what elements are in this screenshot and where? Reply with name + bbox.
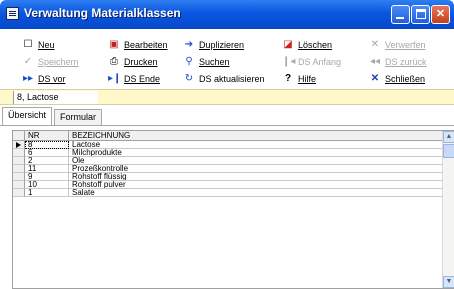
schliessen-button[interactable]: ✕ Schließen bbox=[369, 72, 425, 86]
data-grid[interactable]: NR BEZEICHNUNG 8 Lactose 6 Milchprodukte… bbox=[12, 130, 454, 289]
row-selector[interactable] bbox=[13, 165, 25, 173]
tab-strip: Übersicht Formular bbox=[0, 106, 454, 126]
drucken-button[interactable]: ⎙ Drucken bbox=[108, 55, 158, 69]
chevron-up-icon: ▲ bbox=[445, 133, 453, 140]
current-record-field: 8, Lactose bbox=[13, 91, 98, 104]
cell-bezeichnung[interactable]: Lactose bbox=[69, 141, 443, 149]
previous-record-icon: ◂◂ bbox=[369, 56, 381, 67]
row-selector[interactable] bbox=[13, 157, 25, 165]
scroll-down-button[interactable]: ▼ bbox=[443, 276, 454, 288]
cell-bezeichnung[interactable]: Milchprodukte bbox=[69, 149, 443, 157]
current-row-pointer-icon bbox=[16, 142, 21, 148]
cell-bezeichnung[interactable]: Salate bbox=[69, 189, 443, 197]
minimize-button[interactable] bbox=[391, 5, 410, 24]
search-icon: ⚲ bbox=[185, 56, 193, 67]
ds-zurueck-button[interactable]: ◂◂ DS zurück bbox=[369, 55, 427, 69]
suchen-button[interactable]: ⚲ Suchen bbox=[183, 55, 229, 69]
bearbeiten-button[interactable]: ▣ Bearbeiten bbox=[108, 38, 167, 52]
speichern-button[interactable]: ✓ Speichern bbox=[22, 55, 79, 69]
table-row[interactable]: 9 Rohstoff flüssig bbox=[13, 173, 443, 181]
ds-ende-button[interactable]: ▸❙ DS Ende bbox=[108, 72, 160, 86]
chevron-down-icon: ▼ bbox=[445, 278, 453, 285]
cell-nr[interactable]: 8 bbox=[25, 141, 69, 149]
neu-button[interactable]: ☐ Neu bbox=[22, 38, 55, 52]
column-header-nr[interactable]: NR bbox=[25, 131, 69, 141]
cell-bezeichnung[interactable]: Prozeßkontrolle bbox=[69, 165, 443, 173]
table-row[interactable]: 2 Öle bbox=[13, 157, 443, 165]
scroll-up-button[interactable]: ▲ bbox=[443, 131, 454, 143]
next-record-icon: ▸▸ bbox=[22, 73, 34, 84]
refresh-icon: ↻ bbox=[184, 73, 194, 84]
discard-icon: ✕ bbox=[370, 39, 380, 50]
loeschen-button[interactable]: ◪ Löschen bbox=[282, 38, 332, 52]
row-selector[interactable] bbox=[13, 173, 25, 181]
hilfe-button[interactable]: ? Hilfe bbox=[282, 72, 316, 86]
cell-nr[interactable]: 2 bbox=[25, 157, 69, 165]
cell-bezeichnung[interactable]: Rohstoff flüssig bbox=[69, 173, 443, 181]
cell-nr[interactable]: 9 bbox=[25, 173, 69, 181]
app-icon bbox=[6, 7, 19, 20]
tab-formular[interactable]: Formular bbox=[54, 109, 103, 126]
row-selector-header bbox=[13, 131, 25, 141]
tab-uebersicht[interactable]: Übersicht bbox=[2, 107, 53, 126]
window-title: Verwaltung Materialklassen bbox=[24, 6, 181, 20]
verwerfen-button[interactable]: ✕ Verwerfen bbox=[369, 38, 426, 52]
close-window-icon: ✕ bbox=[370, 73, 380, 84]
last-record-icon: ▸❙ bbox=[108, 73, 122, 84]
toolbar: ☐ Neu ▣ Bearbeiten ➔ Duplizieren ◪ Löschen ✕… bbox=[0, 29, 454, 89]
scroll-thumb[interactable] bbox=[443, 144, 454, 158]
edit-icon: ▣ bbox=[109, 39, 119, 50]
record-bar: 8, Lactose bbox=[0, 89, 454, 105]
ds-vor-button[interactable]: ▸▸ DS vor bbox=[22, 72, 66, 86]
column-header-bezeichnung[interactable]: BEZEICHNUNG bbox=[69, 131, 443, 141]
first-record-icon: ❙◂ bbox=[282, 56, 296, 67]
duplizieren-button[interactable]: ➔ Duplizieren bbox=[183, 38, 244, 52]
help-icon: ? bbox=[284, 73, 292, 84]
new-document-icon: ☐ bbox=[23, 39, 33, 50]
table-row[interactable]: 6 Milchprodukte bbox=[13, 149, 443, 157]
table-row[interactable]: 8 Lactose bbox=[13, 141, 443, 149]
vertical-scrollbar[interactable]: ▲ ▼ bbox=[442, 131, 454, 288]
close-button[interactable]: ✕ bbox=[431, 5, 450, 24]
maximize-icon bbox=[416, 9, 426, 19]
ds-aktualisieren-button[interactable]: ↻ DS aktualisieren bbox=[183, 72, 265, 86]
row-selector[interactable] bbox=[13, 181, 25, 189]
cell-nr[interactable]: 1 bbox=[25, 189, 69, 197]
cell-nr[interactable]: 10 bbox=[25, 181, 69, 189]
close-icon: ✕ bbox=[435, 8, 446, 20]
tab-divider bbox=[0, 125, 454, 126]
table-row[interactable]: 1 Salate bbox=[13, 189, 443, 197]
duplicate-icon: ➔ bbox=[184, 39, 194, 50]
row-selector[interactable] bbox=[13, 141, 25, 149]
save-icon: ✓ bbox=[23, 56, 33, 67]
ds-anfang-button[interactable]: ❙◂ DS Anfang bbox=[282, 55, 341, 69]
row-selector[interactable] bbox=[13, 149, 25, 157]
minimize-icon bbox=[396, 17, 404, 19]
cell-nr[interactable]: 6 bbox=[25, 149, 69, 157]
row-selector[interactable] bbox=[13, 189, 25, 197]
cell-bezeichnung[interactable]: Öle bbox=[69, 157, 443, 165]
printer-icon: ⎙ bbox=[110, 56, 118, 67]
cell-bezeichnung[interactable]: Rohstoff pulver bbox=[69, 181, 443, 189]
table-row[interactable]: 11 Prozeßkontrolle bbox=[13, 165, 443, 173]
title-bar: Verwaltung Materialklassen ✕ bbox=[0, 0, 454, 29]
table-row[interactable]: 10 Rohstoff pulver bbox=[13, 181, 443, 189]
delete-icon: ◪ bbox=[283, 39, 293, 50]
cell-nr[interactable]: 11 bbox=[25, 165, 69, 173]
maximize-button[interactable] bbox=[411, 5, 430, 24]
